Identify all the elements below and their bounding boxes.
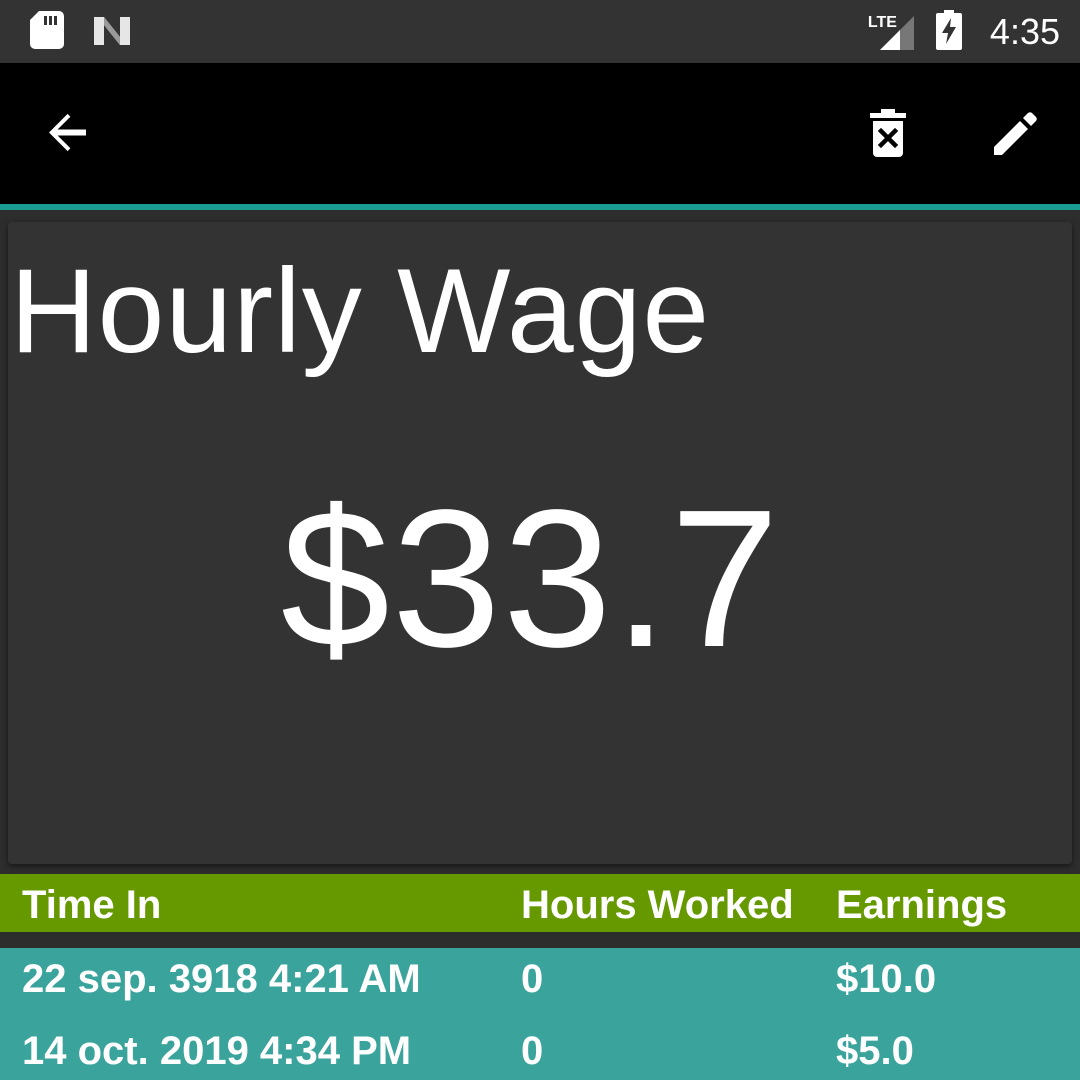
cell-hours-worked: 0 [521, 957, 544, 1001]
table-separator [0, 932, 1080, 948]
cell-time-in: 14 oct. 2019 4:34 PM [22, 1029, 412, 1073]
delete-icon [868, 109, 908, 161]
lte-label: LTE [867, 14, 897, 31]
n-logo-icon [92, 13, 132, 51]
table-row[interactable]: 14 oct. 2019 4:34 PM 0 $5.0 [0, 1020, 1080, 1080]
status-right-icons: LTE 4:35 [868, 8, 1060, 56]
arrow-back-icon [44, 109, 92, 161]
cell-time-in: 22 sep. 3918 4:21 AM [22, 957, 421, 1001]
lte-signal-icon: LTE [868, 12, 916, 52]
app-toolbar [0, 63, 1080, 205]
status-time: 4:35 [989, 11, 1060, 52]
edit-button[interactable] [988, 107, 1044, 163]
toolbar-accent-line [0, 204, 1080, 210]
hourly-wage-card: Hourly Wage $33.7 [8, 222, 1072, 864]
cell-earnings: $10.0 [836, 957, 937, 1001]
column-header-earnings: Earnings [836, 883, 1008, 927]
status-left-icons [30, 11, 132, 53]
hourly-wage-amount: $33.7 [280, 469, 782, 688]
delete-button[interactable] [860, 107, 916, 163]
sd-card-icon [30, 11, 64, 53]
cell-hours-worked: 0 [521, 1029, 544, 1073]
table-row[interactable]: 22 sep. 3918 4:21 AM 0 $10.0 [0, 948, 1080, 1018]
edit-pencil-icon [990, 107, 1042, 163]
column-header-hours-worked: Hours Worked [521, 883, 794, 927]
card-title: Hourly Wage [10, 244, 711, 378]
column-header-time-in: Time In [22, 883, 162, 927]
table-header: Time In Hours Worked Earnings [0, 874, 1080, 932]
shift-table: 22 sep. 3918 4:21 AM 0 $10.0 14 oct. 201… [0, 948, 1080, 1080]
cell-earnings: $5.0 [836, 1029, 914, 1073]
status-bar: LTE 4:35 [0, 0, 1080, 63]
back-button[interactable] [40, 107, 96, 163]
battery-charging-icon [935, 10, 962, 54]
